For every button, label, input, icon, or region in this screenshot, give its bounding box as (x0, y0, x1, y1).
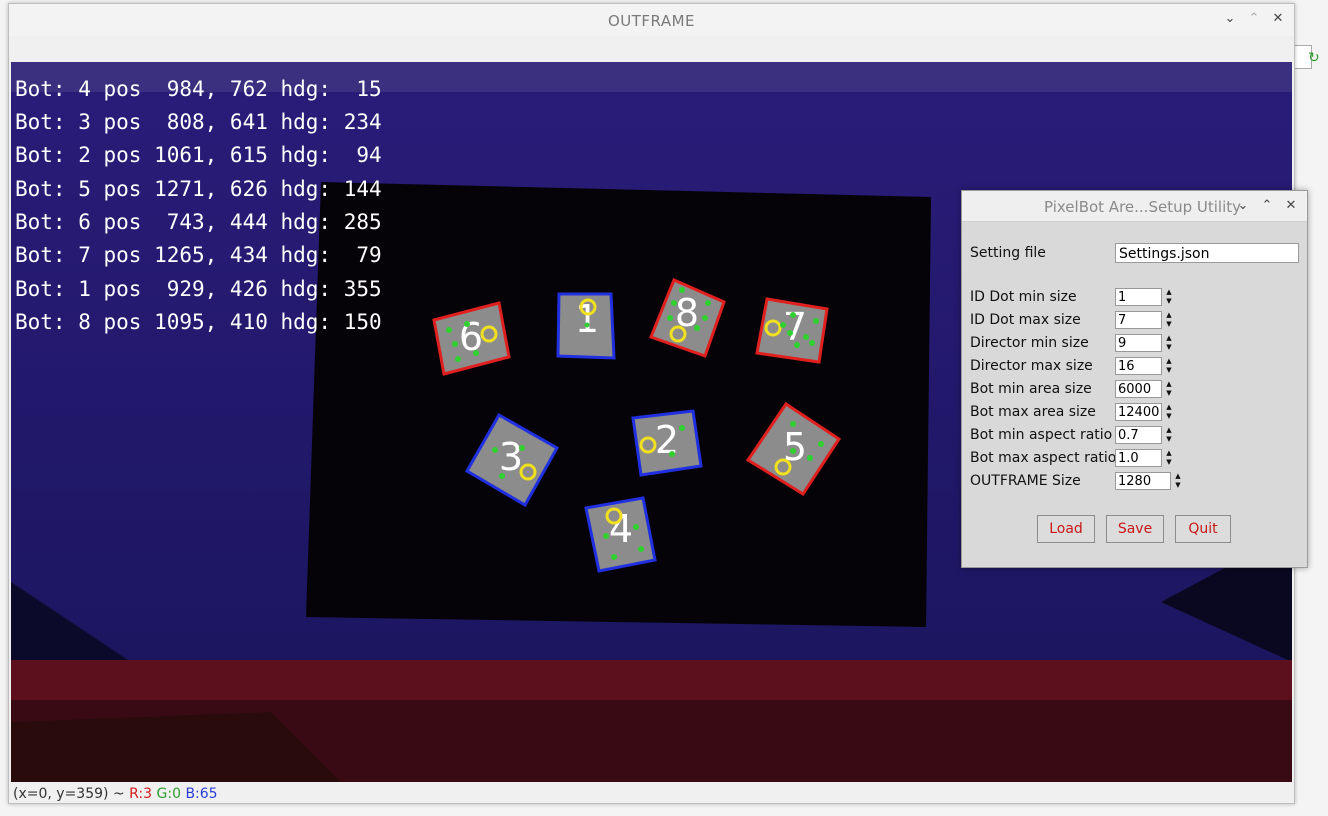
spin-up-icon[interactable]: ▲ (1172, 472, 1184, 481)
bot-marker-7: 7 (755, 297, 829, 364)
spin-up-icon[interactable]: ▲ (1163, 403, 1175, 412)
spin-up-icon[interactable]: ▲ (1163, 380, 1175, 389)
param-spinbox[interactable]: 1280 (1115, 472, 1171, 490)
maximize-icon[interactable]: ⌃ (1258, 197, 1276, 215)
param-label: Director min size (970, 335, 1089, 351)
bot-marker-2: 2 (631, 409, 703, 477)
bot-readout-line: Bot: 3 pos 808, 641 hdg: 234 (15, 110, 382, 134)
red-table-edge (11, 660, 1292, 700)
bot-readout-line: Bot: 5 pos 1271, 626 hdg: 144 (15, 177, 382, 201)
param-label: ID Dot min size (970, 289, 1077, 305)
param-spinbox[interactable]: 16 (1115, 357, 1162, 375)
spin-down-icon[interactable]: ▼ (1163, 297, 1175, 306)
spin-up-icon[interactable]: ▲ (1163, 288, 1175, 297)
param-label: Bot max aspect ratio (970, 450, 1117, 466)
spin-down-icon[interactable]: ▼ (1163, 366, 1175, 375)
spin-up-icon[interactable]: ▲ (1163, 449, 1175, 458)
param-spinbox[interactable]: 6000 (1115, 380, 1162, 398)
spin-up-icon[interactable]: ▲ (1163, 311, 1175, 320)
bot-readout-line: Bot: 1 pos 929, 426 hdg: 355 (15, 277, 382, 301)
spin-arrows: ▲ ▼ (1163, 403, 1175, 421)
minimize-icon[interactable]: ⌄ (1221, 10, 1239, 28)
setting-file-label: Setting file (970, 245, 1046, 261)
bot-marker-4: 4 (584, 496, 657, 573)
bot-readout-line: Bot: 8 pos 1095, 410 hdg: 150 (15, 310, 382, 334)
setting-file-input[interactable]: Settings.json (1115, 243, 1299, 263)
outframe-toolbar (9, 36, 1294, 62)
outframe-title: OUTFRAME (607, 12, 696, 30)
save-button[interactable]: Save (1106, 515, 1164, 543)
maximize-icon[interactable]: ⌃ (1245, 10, 1263, 28)
spin-arrows: ▲ ▼ (1163, 357, 1175, 375)
spin-down-icon[interactable]: ▼ (1163, 458, 1175, 467)
spin-down-icon[interactable]: ▼ (1163, 435, 1175, 444)
param-label: Bot min area size (970, 381, 1092, 397)
load-button[interactable]: Load (1037, 515, 1095, 543)
param-label: OUTFRAME Size (970, 473, 1081, 489)
spin-up-icon[interactable]: ▲ (1163, 357, 1175, 366)
spin-arrows: ▲ ▼ (1163, 288, 1175, 306)
spin-arrows: ▲ ▼ (1163, 449, 1175, 467)
bot-id-label: 3 (499, 435, 523, 479)
param-label: Bot min aspect ratio (970, 427, 1113, 443)
close-icon[interactable]: ✕ (1282, 197, 1300, 215)
bot-readout-line: Bot: 4 pos 984, 762 hdg: 15 (15, 77, 382, 101)
spin-up-icon[interactable]: ▲ (1163, 334, 1175, 343)
spin-down-icon[interactable]: ▼ (1163, 389, 1175, 398)
status-coords: (x=0, y=359) ~ (13, 786, 125, 802)
spin-down-icon[interactable]: ▼ (1163, 412, 1175, 421)
close-icon[interactable]: ✕ (1269, 10, 1287, 28)
param-spinbox[interactable]: 0.7 (1115, 426, 1162, 444)
status-blue: B:65 (185, 786, 218, 802)
spin-arrows: ▲ ▼ (1163, 334, 1175, 352)
spin-arrows: ▲ ▼ (1163, 311, 1175, 329)
spin-arrows: ▲ ▼ (1172, 472, 1184, 490)
spin-arrows: ▲ ▼ (1163, 380, 1175, 398)
bot-readout-line: Bot: 7 pos 1265, 434 hdg: 79 (15, 243, 382, 267)
param-spinbox[interactable]: 7 (1115, 311, 1162, 329)
setup-title: PixelBot Are...Setup Utility (1044, 198, 1241, 216)
status-red: R:3 (129, 786, 153, 802)
spin-down-icon[interactable]: ▼ (1163, 320, 1175, 329)
bot-id-label: 2 (655, 418, 679, 462)
spin-down-icon[interactable]: ▼ (1163, 343, 1175, 352)
param-label: Director max size (970, 358, 1093, 374)
status-green: G:0 (156, 786, 181, 802)
status-bar: (x=0, y=359) ~ R:3 G:0 B:65 (13, 786, 218, 802)
refresh-icon: ↻ (1308, 50, 1320, 66)
param-spinbox[interactable]: 1 (1115, 288, 1162, 306)
quit-button[interactable]: Quit (1175, 515, 1231, 543)
outframe-titlebar[interactable]: OUTFRAME ⌄ ⌃ ✕ (9, 4, 1294, 36)
minimize-icon[interactable]: ⌄ (1234, 197, 1252, 215)
spin-down-icon[interactable]: ▼ (1172, 481, 1184, 490)
bot-id-label: 7 (783, 305, 807, 349)
spin-arrows: ▲ ▼ (1163, 426, 1175, 444)
setup-titlebar[interactable]: PixelBot Are...Setup Utility ⌄ ⌃ ✕ (962, 191, 1307, 222)
bot-readout-line: Bot: 6 pos 743, 444 hdg: 285 (15, 210, 382, 234)
spin-up-icon[interactable]: ▲ (1163, 426, 1175, 435)
setup-utility-window: PixelBot Are...Setup Utility ⌄ ⌃ ✕ Setti… (961, 190, 1308, 568)
param-label: Bot max area size (970, 404, 1096, 420)
param-spinbox[interactable]: 1.0 (1115, 449, 1162, 467)
param-spinbox[interactable]: 12400 (1115, 403, 1162, 421)
param-spinbox[interactable]: 9 (1115, 334, 1162, 352)
param-label: ID Dot max size (970, 312, 1081, 328)
bot-id-label: 6 (459, 315, 483, 359)
bot-readout-line: Bot: 2 pos 1061, 615 hdg: 94 (15, 143, 382, 167)
